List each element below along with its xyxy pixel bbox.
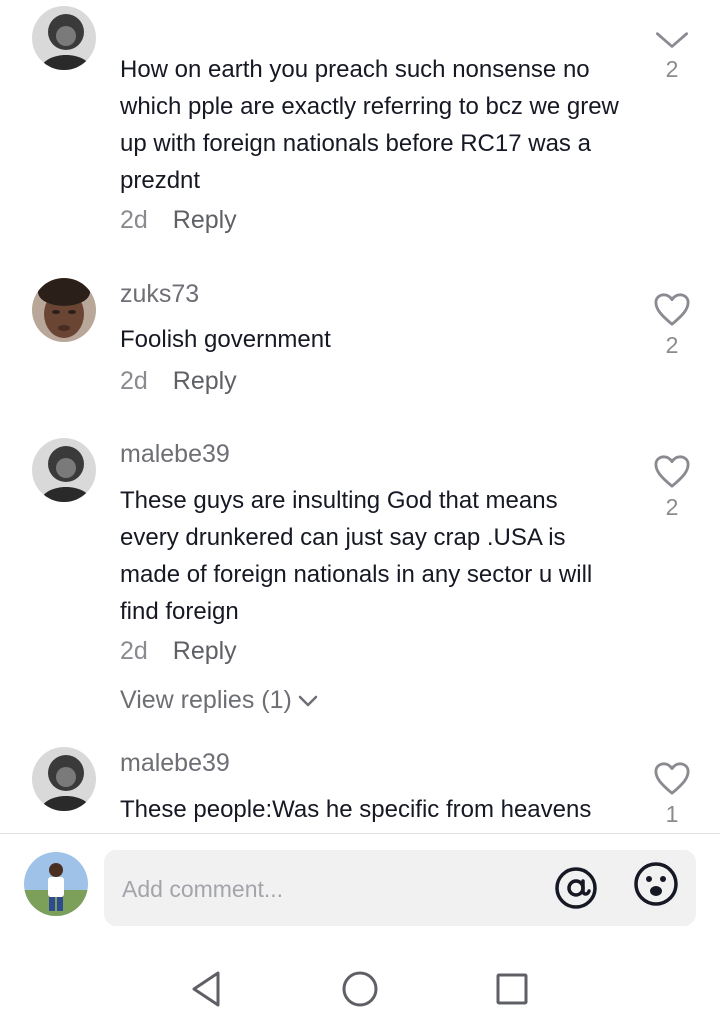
comment-text: Foolish government — [120, 326, 331, 353]
like-count: 2 — [665, 56, 679, 82]
nav-recents-icon[interactable] — [488, 965, 536, 1013]
avatar[interactable] — [32, 747, 96, 811]
comment-text: These people:Was he specific from heaven… — [120, 796, 592, 823]
reply-button[interactable]: Reply — [173, 206, 237, 234]
comment-text: These guys are insulting God that means … — [120, 487, 593, 625]
like-button[interactable]: 2 — [652, 454, 692, 521]
comment-meta: 2d Reply — [120, 367, 237, 396]
divider — [0, 833, 720, 834]
like-count: 2 — [665, 332, 679, 358]
avatar[interactable] — [32, 438, 96, 502]
comment-time: 2d — [120, 637, 148, 665]
chevron-down-icon — [655, 32, 689, 48]
comment-time: 2d — [120, 367, 148, 395]
like-button[interactable]: 2 — [652, 30, 692, 83]
comment-username[interactable]: malebe39 — [120, 440, 230, 469]
nav-back-icon[interactable] — [182, 965, 230, 1013]
comment-meta: 2d Reply — [120, 206, 237, 235]
avatar[interactable] — [32, 6, 96, 70]
reply-button[interactable]: Reply — [173, 637, 237, 665]
comment-input-container — [104, 850, 696, 928]
chevron-down-icon — [298, 695, 318, 706]
like-count: 2 — [665, 494, 679, 520]
at-icon[interactable] — [552, 864, 600, 912]
emoji-icon[interactable] — [632, 860, 680, 908]
avatar[interactable] — [32, 278, 96, 342]
view-replies-label: View replies (1) — [120, 686, 292, 714]
like-count: 1 — [665, 801, 679, 827]
nav-home-icon[interactable] — [336, 965, 384, 1013]
view-replies-button[interactable]: View replies (1) — [120, 686, 320, 715]
current-user-avatar — [24, 852, 88, 916]
heart-icon — [654, 455, 690, 488]
comment-time: 2d — [120, 206, 148, 234]
comment-username[interactable]: zuks73 — [120, 280, 199, 309]
like-button[interactable]: 1 — [652, 761, 692, 828]
heart-icon — [654, 762, 690, 795]
heart-icon — [654, 293, 690, 326]
comment-meta: 2d Reply — [120, 637, 237, 666]
like-button[interactable]: 2 — [652, 292, 692, 359]
comment-text: How on earth you preach such nonsense no… — [120, 56, 619, 194]
comment-input[interactable] — [120, 850, 544, 928]
reply-button[interactable]: Reply — [173, 367, 237, 395]
comment-username[interactable]: malebe39 — [120, 749, 230, 778]
